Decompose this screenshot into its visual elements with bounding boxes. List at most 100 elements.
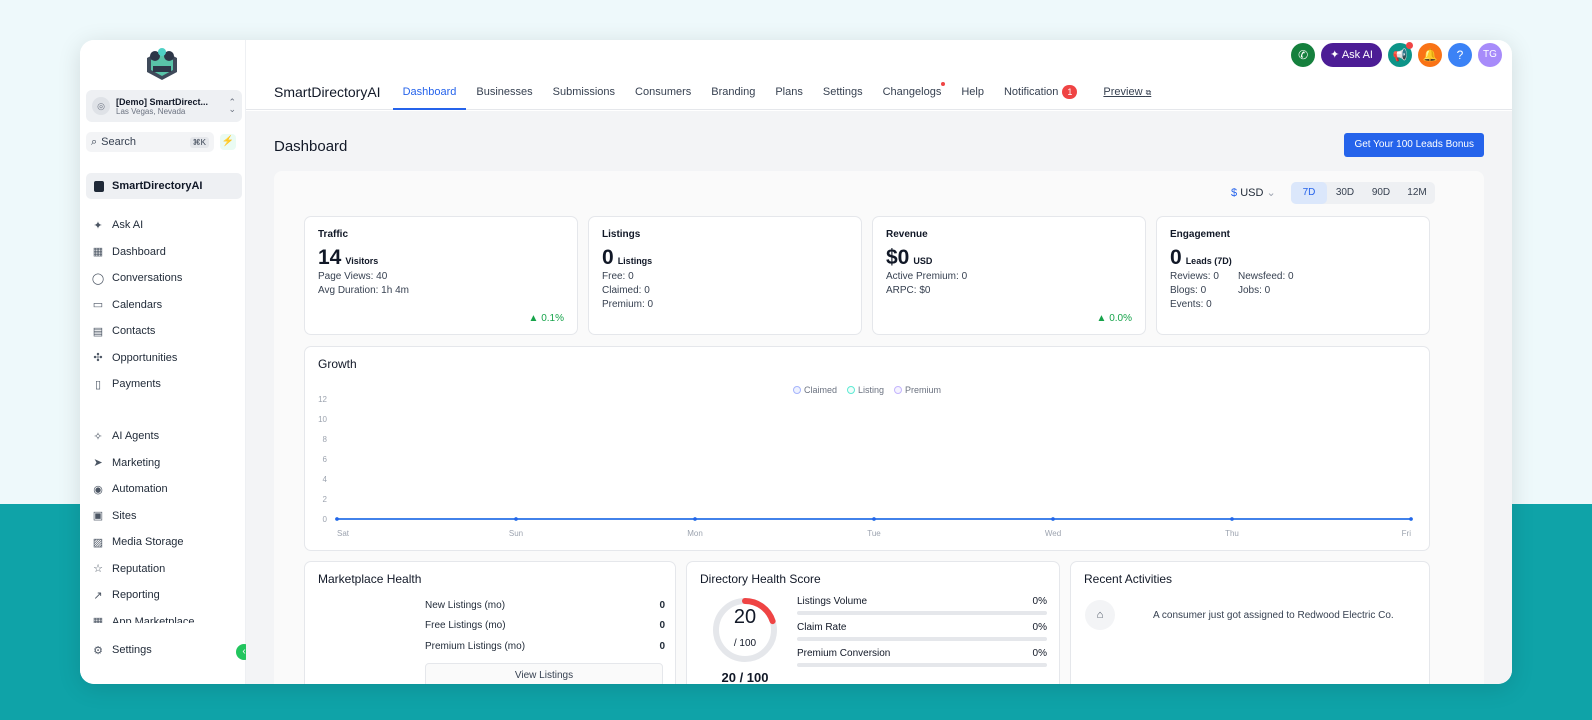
tab-dashboard[interactable]: Dashboard: [392, 74, 467, 110]
phone-icon[interactable]: ✆: [1291, 43, 1316, 67]
data-point-claimed: [514, 517, 518, 521]
sidebar-item-label: Calendars: [112, 298, 163, 311]
legend-label: Claimed: [804, 385, 838, 395]
revenue-unit: USD: [913, 256, 933, 266]
tab-settings[interactable]: Settings: [823, 74, 863, 110]
book-icon: [94, 180, 104, 192]
view-listings-button[interactable]: View Listings: [425, 663, 663, 684]
recent-activities-title: Recent Activities: [1084, 572, 1173, 586]
chevron-down-icon: ⌄: [1266, 187, 1276, 199]
data-point-claimed: [1230, 517, 1234, 521]
legend-item-listing[interactable]: Listing: [847, 385, 884, 395]
quick-action-bolt-icon[interactable]: ⚡: [220, 134, 236, 150]
sidebar-item-dashboard[interactable]: ▦ Dashboard: [80, 239, 246, 266]
sidebar-item-calendars[interactable]: ▭ Calendars: [80, 292, 246, 319]
mh-row-label: New Listings (mo): [425, 600, 506, 611]
star-icon: ☆: [93, 563, 103, 576]
sidebar-item-conversations[interactable]: ◯ Conversations: [80, 265, 246, 292]
tab-changelogs[interactable]: Changelogs: [882, 74, 946, 110]
tab-businesses[interactable]: Businesses: [476, 74, 532, 110]
mh-row-value: 0: [659, 600, 665, 611]
leads-bonus-button[interactable]: Get Your 100 Leads Bonus: [1344, 133, 1484, 157]
metric-bar: [797, 611, 1047, 615]
sidebar-org-item[interactable]: SmartDirectoryAI: [86, 173, 242, 199]
ask-ai-button[interactable]: ✦ Ask AI: [1321, 43, 1382, 67]
ask-ai-label: Ask AI: [1341, 49, 1373, 61]
traffic-value: 14: [318, 246, 342, 269]
trend-icon: ↗: [93, 589, 103, 602]
range-12m[interactable]: 12M: [1399, 182, 1435, 204]
sidebar-item-reporting[interactable]: ↗ Reporting: [80, 582, 246, 609]
engagement-line: Newsfeed: 0: [1238, 271, 1294, 282]
range-30d[interactable]: 30D: [1327, 182, 1363, 204]
sidebar-item-settings[interactable]: ⚙ Settings: [80, 637, 246, 664]
range-90d[interactable]: 90D: [1363, 182, 1399, 204]
legend-label: Listing: [858, 385, 885, 395]
tab-plans[interactable]: Plans: [775, 74, 803, 110]
revenue-line: Active Premium: 0: [886, 271, 968, 282]
y-tick-label: 12: [318, 395, 327, 404]
metric-listings-volume: Listings Volume 0%: [797, 596, 1047, 615]
sidebar-item-marketing[interactable]: ➤ Marketing: [80, 450, 246, 477]
legend-item-premium[interactable]: Premium: [894, 385, 941, 395]
app-window: ◎ [Demo] SmartDirect... Las Vegas, Nevad…: [80, 40, 1512, 684]
main-content: Dashboard Get Your 100 Leads Bonus $ USD…: [246, 111, 1512, 684]
bell-icon[interactable]: 🔔: [1418, 43, 1442, 67]
sidebar-item-contacts[interactable]: ▤ Contacts: [80, 318, 246, 345]
sidebar-nav-secondary: ✧ AI Agents ➤ Marketing ◉ Automation ▣ Sites ▨ Me…: [80, 423, 246, 623]
activity-item: ⌂ A consumer just got assigned to Redwoo…: [1085, 600, 1394, 630]
tab-notification[interactable]: Notification 1: [1003, 74, 1078, 110]
sidebar-item-sites[interactable]: ▣ Sites: [80, 503, 246, 530]
sidebar-item-app-marketplace[interactable]: ▦ App Marketplace: [80, 609, 246, 623]
sidebar-item-media-storage[interactable]: ▨ Media Storage: [80, 529, 246, 556]
sidebar-item-ask-ai[interactable]: ✦ Ask AI: [80, 212, 246, 239]
account-switcher[interactable]: ◎ [Demo] SmartDirect... Las Vegas, Nevad…: [86, 90, 242, 122]
external-link-icon: ⧉: [1145, 87, 1152, 97]
tab-branding[interactable]: Branding: [711, 74, 755, 110]
help-button[interactable]: ?: [1448, 43, 1472, 67]
account-name: [Demo] SmartDirect...: [116, 96, 209, 107]
chevron-updown-icon: ⌃ ⌄: [228, 97, 236, 114]
currency-select[interactable]: $ USD ⌄: [1231, 186, 1276, 199]
sidebar-item-ai-agents[interactable]: ✧ AI Agents: [80, 423, 246, 450]
engagement-card: Engagement 0 Leads (7D) Reviews: 0 Newsfe…: [1156, 216, 1430, 335]
engagement-label: Engagement: [1170, 229, 1231, 240]
tab-preview[interactable]: Preview ⧉: [1103, 74, 1151, 110]
ai-agents-icon: ✧: [93, 430, 103, 443]
listings-line: Claimed: 0: [602, 285, 650, 296]
metric-bar: [797, 663, 1047, 667]
user-avatar[interactable]: TG: [1478, 43, 1502, 67]
sidebar-item-label: Media Storage: [112, 536, 184, 549]
sidebar-item-label: Settings: [112, 644, 152, 657]
engagement-line: Events: 0: [1170, 299, 1212, 310]
tab-submissions[interactable]: Submissions: [553, 74, 615, 110]
range-7d[interactable]: 7D: [1291, 182, 1327, 204]
sidebar-item-label: AI Agents: [112, 430, 160, 443]
sidebar-item-opportunities[interactable]: ✣ Opportunities: [80, 345, 246, 372]
mh-row-value: 0: [659, 641, 665, 652]
search-input[interactable]: ⌕ Search ⌘K: [86, 132, 214, 152]
metric-value: 0%: [1032, 596, 1047, 607]
health-score-card: Directory Health Score 20 / 100 20 / 100…: [686, 561, 1060, 684]
listings-line: Premium: 0: [602, 299, 654, 310]
metric-label: Listings Volume: [797, 596, 868, 607]
sidebar-item-automation[interactable]: ◉ Automation: [80, 476, 246, 503]
tab-help[interactable]: Help: [961, 74, 984, 110]
metric-premium-conversion: Premium Conversion 0%: [797, 648, 1047, 667]
sidebar-item-payments[interactable]: ▯ Payments: [80, 371, 246, 398]
currency-symbol: $: [1231, 187, 1238, 199]
growth-chart-card: Growth Claimed Listing Premium 0 2 4 6 8 10 12…: [304, 346, 1430, 551]
legend-item-claimed[interactable]: Claimed: [793, 385, 837, 395]
sidebar-item-reputation[interactable]: ☆ Reputation: [80, 556, 246, 583]
tab-notification-label: Notification: [1003, 85, 1059, 98]
mh-row: New Listings (mo) 0: [425, 600, 665, 611]
tab-changelogs-label: Changelogs: [882, 85, 942, 98]
search-shortcut: ⌘K: [189, 136, 209, 148]
megaphone-icon[interactable]: 📢: [1388, 42, 1413, 67]
recent-activities-card: Recent Activities ⌂ A consumer just got …: [1070, 561, 1430, 684]
tab-consumers[interactable]: Consumers: [635, 74, 691, 110]
engagement-line: Blogs: 0: [1170, 285, 1207, 296]
automation-icon: ◉: [93, 483, 103, 496]
grid-icon: ▦: [92, 246, 104, 259]
sidebar: ◎ [Demo] SmartDirect... Las Vegas, Nevad…: [80, 40, 246, 684]
